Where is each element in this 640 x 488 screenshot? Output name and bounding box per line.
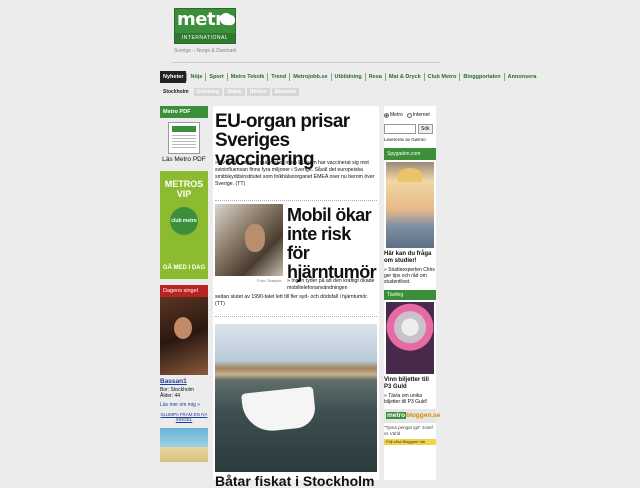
mobile-phone-photo[interactable] bbox=[215, 204, 283, 276]
spy-headline[interactable]: Här kan du fråga om studier! bbox=[384, 251, 436, 265]
spy-box-title[interactable]: Spygaden.com bbox=[384, 148, 436, 160]
nav-item-utbildning[interactable]: Utbildning bbox=[330, 73, 365, 81]
nav-item-trend[interactable]: Trend bbox=[267, 73, 289, 81]
vip-line2: VIP bbox=[176, 189, 192, 199]
article-divider bbox=[215, 200, 377, 201]
search-powered-by: Levereras av Gwmro bbox=[384, 137, 426, 142]
study-expert-photo[interactable] bbox=[386, 162, 434, 248]
sub-nav: Stockholm Göteborg Skåne Utrikes Ekonomi bbox=[160, 88, 301, 96]
search-button[interactable]: Sök bbox=[418, 124, 433, 134]
singel-name-link[interactable]: Bassan1 bbox=[160, 378, 208, 385]
boat-photo[interactable] bbox=[215, 324, 377, 472]
vip-cta: GÅ MED I DAG bbox=[162, 265, 206, 271]
pdf-link[interactable]: Läs Metro PDF bbox=[160, 156, 208, 163]
nav-item-mat-dryck[interactable]: Mat & Dryck bbox=[384, 73, 424, 81]
spy-text: Studieexperten Chris ger tips och råd om… bbox=[384, 267, 436, 285]
photo-credit: Foto: Scanpix bbox=[257, 278, 282, 283]
metro-logo[interactable]: metro INTERNATIONAL bbox=[174, 8, 236, 44]
singer-photo[interactable] bbox=[386, 302, 434, 374]
radio-internet-label: Internet bbox=[412, 112, 430, 118]
nav-item-metrojobb-se[interactable]: Metrojobb.se bbox=[289, 73, 330, 81]
vip-banner[interactable]: METROS VIP club metro GÅ MED I DAG bbox=[160, 171, 208, 279]
bloggen-metro: metro bbox=[386, 412, 407, 419]
teaser-mobile-cont: sedan slutet av 1990-talet lett till fle… bbox=[215, 294, 369, 307]
teaser-vaccination: Av de tio miljoner människor inom EU som… bbox=[215, 160, 377, 188]
radio-internet[interactable] bbox=[406, 112, 412, 118]
header-divider bbox=[172, 62, 440, 63]
main-nav: Nyheter Nöje Sport Metro Teknik Trend Metrojo… bbox=[160, 70, 539, 84]
beach-ad-image[interactable] bbox=[160, 428, 208, 462]
right-column: Metro Internet Sök Levereras av Gwmro Sp… bbox=[384, 106, 440, 480]
headline-mobile[interactable]: Mobil ökar inte risk för hjärntumör bbox=[287, 206, 377, 282]
main-column: EU-organ prisar Sveriges vaccinering Av … bbox=[213, 106, 379, 488]
headline-boat[interactable]: Båtar fiskat i Stockholm bbox=[215, 474, 379, 488]
singel-photo[interactable] bbox=[160, 297, 208, 375]
tagline: Sverige – Norge & Danmark bbox=[174, 48, 237, 54]
subnav-item-ekonomi[interactable]: Ekonomi bbox=[271, 88, 299, 96]
metrobloggen-logo[interactable]: metrobloggen.se bbox=[384, 409, 440, 423]
globe-icon bbox=[220, 13, 232, 25]
search-scope: Metro Internet bbox=[384, 112, 436, 118]
nav-item-nyheter[interactable]: Nyheter bbox=[160, 71, 187, 83]
nav-item-sport[interactable]: Sport bbox=[205, 73, 226, 81]
search-row: Sök bbox=[384, 124, 436, 134]
nav-item-annonsera[interactable]: Annonsera bbox=[503, 73, 540, 81]
boat-shape bbox=[241, 386, 317, 434]
subnav-item-g-teborg[interactable]: Göteborg bbox=[193, 88, 223, 96]
singel-box-title: Dagens singel bbox=[160, 285, 208, 297]
nav-item-club-metro[interactable]: Club Metro bbox=[423, 73, 460, 81]
left-column: Metro PDF Läs Metro PDF METROS VIP club … bbox=[160, 106, 208, 462]
teaser-mobile: Ingen tyder på att den kraftigt ökade mo… bbox=[287, 278, 379, 292]
radio-metro-label: Metro bbox=[390, 112, 403, 118]
vip-line1: METROS bbox=[164, 179, 204, 189]
blog-follow-bar[interactable]: Följ våra Bloggare här bbox=[384, 439, 436, 445]
nav-item-n-je[interactable]: Nöje bbox=[186, 73, 205, 81]
nav-item-bloggportalen[interactable]: Bloggportalen bbox=[459, 73, 503, 81]
blog-quote: "Tjena pengar igit" Josef vs Värld bbox=[384, 425, 433, 436]
bloggen-domain: bloggen.se bbox=[406, 412, 441, 419]
contest-text: Tävla om unika biljetter till P3 Guld! bbox=[384, 393, 436, 405]
pdf-box-title: Metro PDF bbox=[160, 106, 208, 118]
singel-random-link[interactable]: SLUMPA FRAM EN NY SINGEL bbox=[160, 412, 208, 422]
subnav-item-stockholm[interactable]: Stockholm bbox=[160, 88, 192, 96]
singel-info: Bor: Stockholm Ålder: 44 bbox=[160, 387, 194, 399]
subnav-item-utrikes[interactable]: Utrikes bbox=[246, 88, 270, 96]
logo-subtitle: INTERNATIONAL bbox=[175, 33, 235, 43]
article-divider bbox=[215, 316, 377, 317]
club-metro-badge: club metro bbox=[170, 207, 198, 235]
contest-box-title: Tävling bbox=[384, 290, 436, 300]
pdf-thumbnail[interactable] bbox=[168, 122, 200, 154]
search-input[interactable] bbox=[384, 124, 416, 134]
singel-more-link[interactable]: Läs mer om mig » bbox=[160, 402, 208, 408]
subnav-item-sk-ne[interactable]: Skåne bbox=[224, 88, 245, 96]
nav-item-metro-teknik[interactable]: Metro Teknik bbox=[226, 73, 268, 81]
contest-headline[interactable]: Vinn biljetter till P3 Guld bbox=[384, 377, 436, 391]
radio-metro[interactable] bbox=[384, 112, 389, 118]
nav-item-resa[interactable]: Resa bbox=[364, 73, 385, 81]
